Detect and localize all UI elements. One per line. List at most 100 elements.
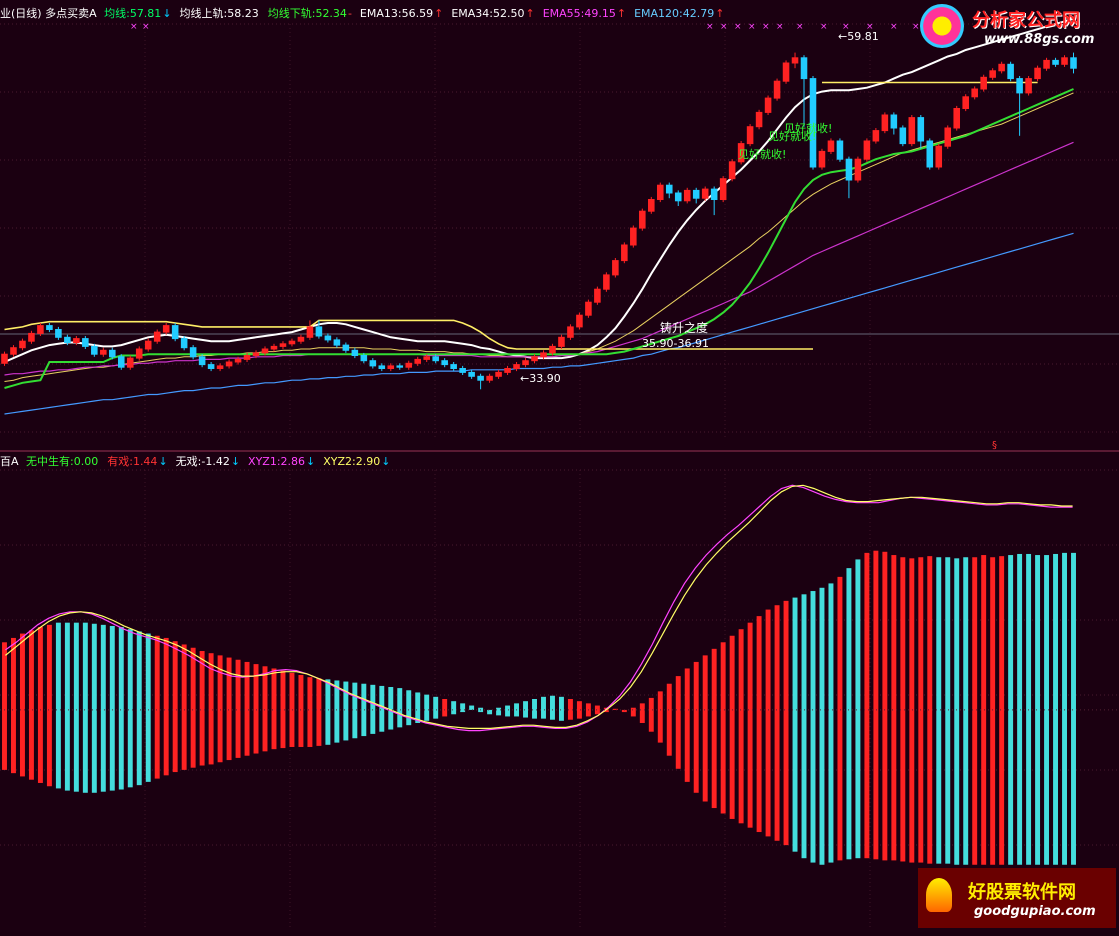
osc-bar-70 [630, 707, 636, 717]
candle-body-67 [603, 274, 610, 290]
candle-body-80 [719, 178, 727, 200]
flower-logo-icon [920, 4, 964, 48]
osc-bar-71 [639, 703, 645, 723]
candle-body-78 [701, 188, 709, 199]
candle-body-105 [944, 127, 952, 147]
candle-body-94 [845, 158, 853, 181]
osc-bar-114 [1026, 553, 1032, 865]
osc-bar-98 [882, 551, 888, 861]
osc-bar-17 [154, 635, 160, 779]
osc-bar-68 [612, 708, 618, 710]
osc-bar-29 [262, 666, 268, 752]
candle-body-100 [899, 127, 907, 145]
osc-bar-86 [774, 605, 780, 841]
candle-body-56 [504, 368, 511, 373]
osc-bar-0 [2, 642, 7, 770]
bottom-header-arrow-3: ↓ [306, 455, 316, 468]
osc-bar-5 [46, 624, 52, 787]
candle-body-20 [180, 338, 188, 349]
candle-body-86 [773, 80, 781, 99]
candle-body-45 [405, 362, 413, 368]
osc-bar-37 [334, 680, 340, 743]
osc-bar-76 [684, 668, 690, 782]
signal-marker-0: × [130, 22, 138, 32]
osc-bar-34 [307, 677, 313, 747]
candle-body-60 [540, 352, 547, 358]
candle-body-73 [656, 184, 664, 200]
candle-body-19 [171, 325, 179, 340]
osc-bar-84 [756, 616, 762, 833]
osc-bar-64 [576, 701, 582, 719]
top-header-item-4: EMA34:52.50↑ [451, 7, 535, 20]
candle-body-22 [198, 356, 206, 366]
candle-body-16 [144, 340, 152, 350]
signal-marker-8: × [796, 22, 804, 32]
osc-bar-54 [487, 709, 493, 715]
candle-body-52 [468, 371, 475, 377]
candle-body-59 [531, 356, 538, 362]
bottom-header-arrow-4: ↓ [381, 455, 391, 468]
signal-marker-3: × [720, 22, 728, 32]
osc-bar-115 [1035, 555, 1041, 865]
candle-body-10 [91, 345, 98, 355]
range-label: 35.90-36.91 [642, 337, 709, 350]
candle-body-55 [495, 371, 502, 377]
osc-bar-2 [19, 633, 25, 777]
signal-marker-2: × [706, 22, 714, 32]
take-profit-label-1: 见好就收! [738, 147, 786, 161]
candle-body-91 [818, 150, 826, 168]
candle-body-89 [800, 57, 808, 80]
candle-body-47 [423, 356, 430, 360]
candle-body-107 [962, 96, 969, 110]
osc-bar-1 [11, 637, 16, 774]
osc-bar-56 [505, 705, 511, 717]
osc-bar-80 [720, 642, 726, 814]
candle-body-12 [109, 349, 116, 358]
candle-body-34 [306, 326, 314, 338]
candle-body-65 [585, 301, 592, 316]
osc-bar-8 [73, 622, 79, 792]
osc-bar-82 [738, 629, 744, 824]
osc-bar-91 [819, 587, 825, 865]
candle-body-76 [683, 189, 691, 202]
osc-bar-47 [424, 694, 430, 721]
osc-bar-74 [666, 683, 672, 756]
signal-marker-6: × [762, 22, 770, 32]
osc-bar-87 [783, 600, 789, 846]
osc-bar-72 [648, 697, 654, 732]
rocket-logo-icon [926, 878, 952, 912]
candle-body-53 [477, 375, 484, 381]
osc-bar-11 [100, 624, 106, 792]
candle-body-101 [908, 117, 916, 145]
candle-body-35 [315, 326, 323, 337]
signal-marker-9: × [820, 22, 828, 32]
top-header-item-5: EMA55:49.15↑ [542, 7, 627, 20]
bottom-brand-url: goodgupiao.com [974, 904, 1096, 919]
bottom-header-item-1: 有戏:1.44↓ [107, 455, 168, 468]
top-header-item-0: 均线:57.81↓ [104, 7, 172, 20]
candle-body-28 [252, 352, 260, 356]
osc-bar-117 [1053, 553, 1059, 865]
osc-bar-3 [28, 630, 34, 780]
candle-body-11 [100, 349, 107, 355]
candle-body-79 [710, 188, 718, 201]
candle-body-14 [126, 357, 134, 368]
bottom-header-item-4: XYZ2:2.90↓ [323, 455, 391, 468]
candle-body-5 [46, 325, 53, 331]
osc-bar-52 [469, 705, 475, 710]
osc-bar-83 [747, 622, 753, 828]
low-price-label: ←33.90 [520, 372, 561, 385]
candle-body-109 [980, 76, 987, 90]
marker-symbol: § [992, 440, 997, 451]
signal-marker-7: × [776, 22, 784, 32]
candle-body-38 [342, 344, 350, 351]
candle-body-74 [665, 184, 673, 194]
candle-body-31 [279, 343, 287, 347]
candle-body-41 [369, 360, 377, 367]
osc-bar-109 [981, 555, 987, 865]
osc-bar-55 [496, 707, 502, 716]
candle-body-33 [297, 336, 305, 342]
candle-body-50 [450, 364, 457, 370]
osc-bar-30 [271, 668, 277, 750]
top-header-item-2: 均线下轨:52.34- [267, 7, 352, 20]
